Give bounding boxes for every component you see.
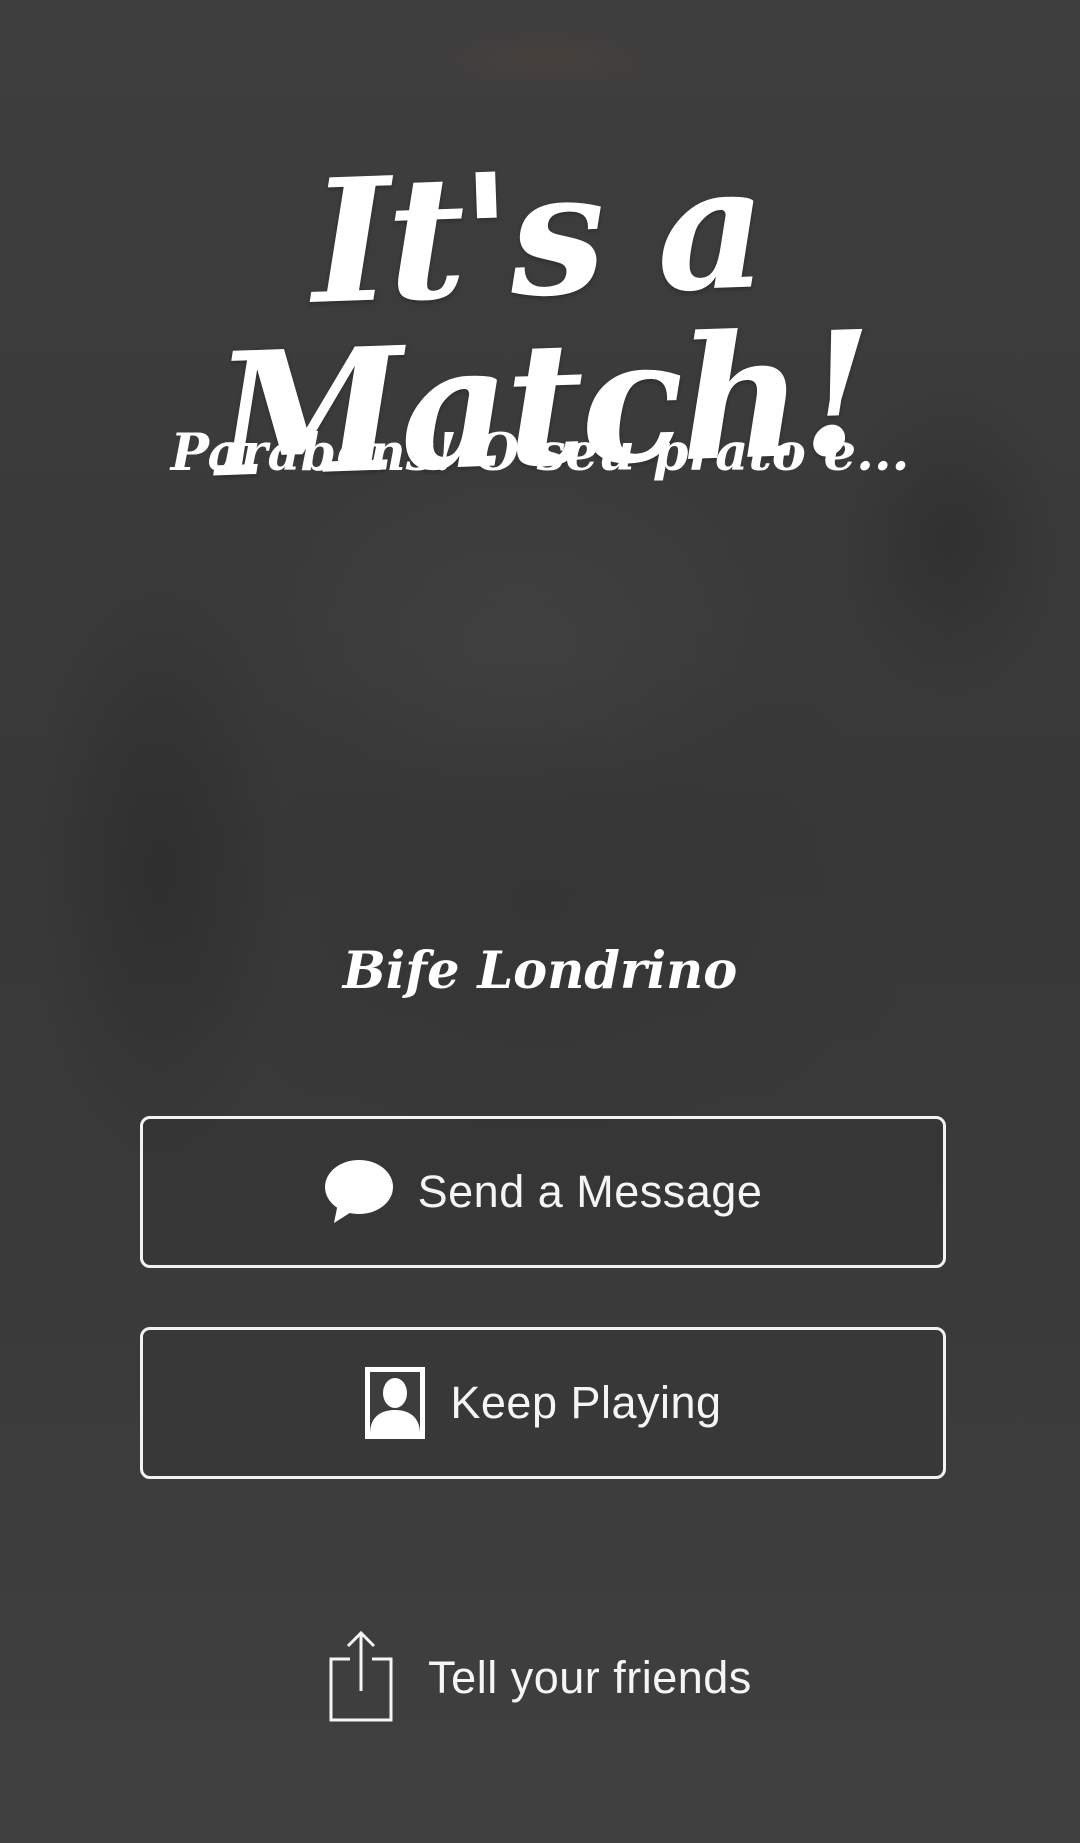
tell-friends-button[interactable]: Tell your friends — [0, 1628, 1080, 1728]
match-subtitle: Parabens! O seu prato e... — [170, 423, 910, 483]
speech-bubble-icon — [324, 1159, 394, 1225]
background-shade-left — [30, 560, 290, 1180]
send-message-label: Send a Message — [417, 1166, 763, 1217]
dish-name: Bife Londrino — [342, 941, 738, 1001]
tell-friends-label: Tell your friends — [428, 1652, 752, 1703]
keep-playing-label: Keep Playing — [450, 1377, 722, 1428]
keep-playing-button[interactable]: Keep Playing — [140, 1327, 946, 1479]
share-icon — [328, 1629, 394, 1728]
person-portrait-icon — [364, 1366, 426, 1440]
send-message-button[interactable]: Send a Message — [140, 1116, 946, 1268]
